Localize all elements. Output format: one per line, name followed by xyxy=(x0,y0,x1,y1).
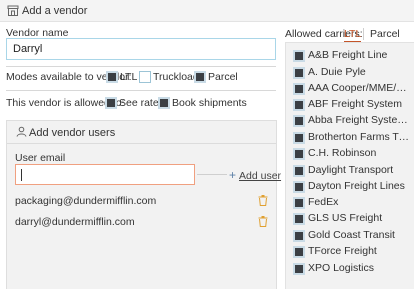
carrier-list: A&B Freight Line A. Duie Pyle AAA Cooper… xyxy=(285,42,414,289)
carrier-item[interactable]: Abba Freight Systems xyxy=(293,114,414,128)
carrier-checkbox[interactable] xyxy=(293,181,305,193)
carrier-checkbox[interactable] xyxy=(293,67,305,79)
carrier-name: Gold Coast Transit xyxy=(308,229,395,241)
tab-ltl[interactable]: LTL xyxy=(344,28,362,42)
carrier-name: ABF Freight System xyxy=(308,98,402,110)
user-email-item: darryl@dundermifflin.com xyxy=(15,216,135,228)
carrier-checkbox[interactable] xyxy=(293,165,305,177)
vendor-icon xyxy=(7,5,19,16)
tab-parcel[interactable]: Parcel xyxy=(370,28,400,40)
vendor-users-header: Add vendor users xyxy=(7,121,276,144)
trash-icon[interactable] xyxy=(258,216,268,227)
carrier-name: A. Duie Pyle xyxy=(308,66,366,78)
book-shipments-label: Book shipments xyxy=(172,97,247,109)
carrier-name: XPO Logistics xyxy=(308,262,374,274)
text-caret xyxy=(21,169,22,181)
carrier-item[interactable]: TForce Freight xyxy=(293,245,414,259)
add-user-label: Add user xyxy=(239,170,282,182)
carrier-checkbox[interactable] xyxy=(293,197,305,209)
mode-parcel-checkbox[interactable] xyxy=(194,71,206,83)
carrier-name: Dayton Freight Lines xyxy=(308,180,405,192)
user-icon xyxy=(16,126,27,137)
divider xyxy=(6,90,276,91)
carrier-item[interactable]: AAA Cooper/MME/DHE xyxy=(293,82,414,96)
vendor-users-title: Add vendor users xyxy=(29,127,116,139)
carrier-checkbox[interactable] xyxy=(293,115,305,127)
carrier-name: Abba Freight Systems xyxy=(308,114,410,126)
trash-icon[interactable] xyxy=(258,195,268,206)
user-email-item: packaging@dundermifflin.com xyxy=(15,195,157,207)
mode-parcel-label: Parcel xyxy=(208,71,238,83)
carrier-item[interactable]: A&B Freight Line xyxy=(293,49,414,63)
carrier-item[interactable]: Brotherton Farms Trucking xyxy=(293,131,414,145)
carrier-checkbox[interactable] xyxy=(293,263,305,275)
plus-icon: + xyxy=(229,168,237,182)
carrier-name: C.H. Robinson xyxy=(308,147,377,159)
mode-ltl-label: LTL xyxy=(120,71,138,83)
vendor-users-panel: Add vendor users User email + Add user pa… xyxy=(6,120,281,289)
add-user-button[interactable]: + Add user xyxy=(229,168,281,182)
divider xyxy=(197,174,227,175)
carrier-name: AAA Cooper/MME/DHE xyxy=(308,82,410,94)
book-shipments-checkbox[interactable] xyxy=(158,97,170,109)
carrier-name: Brotherton Farms Trucking xyxy=(308,131,410,143)
dialog-header: Add a vendor xyxy=(0,0,414,22)
carrier-name: TForce Freight xyxy=(308,245,377,257)
mode-truckload-checkbox[interactable] xyxy=(139,71,151,83)
carrier-name: FedEx xyxy=(308,196,339,208)
tab-separator xyxy=(363,28,364,40)
carrier-checkbox[interactable] xyxy=(293,132,305,144)
vendor-name-input[interactable]: Darryl xyxy=(6,38,276,60)
carrier-item[interactable]: Daylight Transport xyxy=(293,164,414,178)
carrier-checkbox[interactable] xyxy=(293,50,305,62)
carrier-checkbox[interactable] xyxy=(293,246,305,258)
carrier-checkbox[interactable] xyxy=(293,148,305,160)
carrier-item[interactable]: ABF Freight System xyxy=(293,98,414,112)
user-email-label: User email xyxy=(15,152,66,164)
divider xyxy=(6,66,276,67)
see-rates-checkbox[interactable] xyxy=(105,97,117,109)
page-title: Add a vendor xyxy=(22,5,88,17)
carrier-name: Daylight Transport xyxy=(308,164,394,176)
carrier-item[interactable]: A. Duie Pyle xyxy=(293,66,414,80)
carrier-item[interactable]: Dayton Freight Lines xyxy=(293,180,414,194)
carrier-item[interactable]: XPO Logistics xyxy=(293,262,414,276)
carrier-checkbox[interactable] xyxy=(293,83,305,95)
user-email-input[interactable] xyxy=(15,164,195,185)
carrier-checkbox[interactable] xyxy=(293,99,305,111)
carrier-item[interactable]: FedEx xyxy=(293,196,414,210)
mode-ltl-checkbox[interactable] xyxy=(106,71,118,83)
mode-truckload-label: Truckload xyxy=(153,71,199,83)
carrier-name: A&B Freight Line xyxy=(308,49,388,61)
carrier-item[interactable]: C.H. Robinson xyxy=(293,147,414,161)
carrier-checkbox[interactable] xyxy=(293,213,305,225)
carrier-checkbox[interactable] xyxy=(293,230,305,242)
carrier-item[interactable]: GLS US Freight xyxy=(293,212,414,226)
carrier-item[interactable]: Gold Coast Transit xyxy=(293,229,414,243)
carrier-name: GLS US Freight xyxy=(308,212,383,224)
